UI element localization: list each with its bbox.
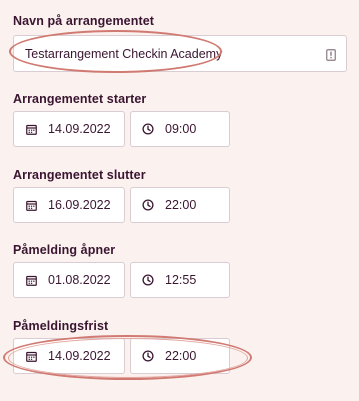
event-name-value: Testarrangement Checkin Academy (25, 46, 223, 61)
event-end-label: Arrangementet slutter (13, 168, 146, 182)
calendar-icon (24, 198, 38, 212)
calendar-icon (24, 273, 38, 287)
info-badge-icon (326, 48, 336, 61)
calendar-icon (24, 349, 38, 363)
calendar-icon (24, 122, 38, 136)
registration-deadline-time-value: 22:00 (165, 349, 197, 363)
registration-deadline-label: Påmeldingsfrist (13, 319, 109, 333)
registration-opens-time-value: 12:55 (165, 273, 197, 287)
registration-opens-time-field[interactable]: 12:55 (130, 262, 230, 298)
event-start-label: Arrangementet starter (13, 92, 147, 106)
registration-opens-date-value: 01.08.2022 (48, 273, 111, 287)
event-start-time-value: 09:00 (165, 122, 197, 136)
registration-deadline-date-field[interactable]: 14.09.2022 (13, 338, 125, 374)
event-end-date-value: 16.09.2022 (48, 198, 111, 212)
clock-icon (141, 122, 155, 136)
event-start-date-field[interactable]: 14.09.2022 (13, 111, 125, 147)
event-end-time-value: 22:00 (165, 198, 197, 212)
clock-icon (141, 349, 155, 363)
event-start-time-field[interactable]: 09:00 (130, 111, 230, 147)
registration-opens-label: Påmelding åpner (13, 243, 116, 257)
event-name-label: Navn på arrangementet (13, 14, 155, 28)
event-end-time-field[interactable]: 22:00 (130, 187, 230, 223)
clock-icon (141, 273, 155, 287)
registration-opens-date-field[interactable]: 01.08.2022 (13, 262, 125, 298)
event-end-date-field[interactable]: 16.09.2022 (13, 187, 125, 223)
event-start-date-value: 14.09.2022 (48, 122, 111, 136)
registration-deadline-date-value: 14.09.2022 (48, 349, 111, 363)
registration-deadline-time-field[interactable]: 22:00 (130, 338, 230, 374)
event-name-input[interactable]: Testarrangement Checkin Academy (13, 35, 347, 72)
clock-icon (141, 198, 155, 212)
